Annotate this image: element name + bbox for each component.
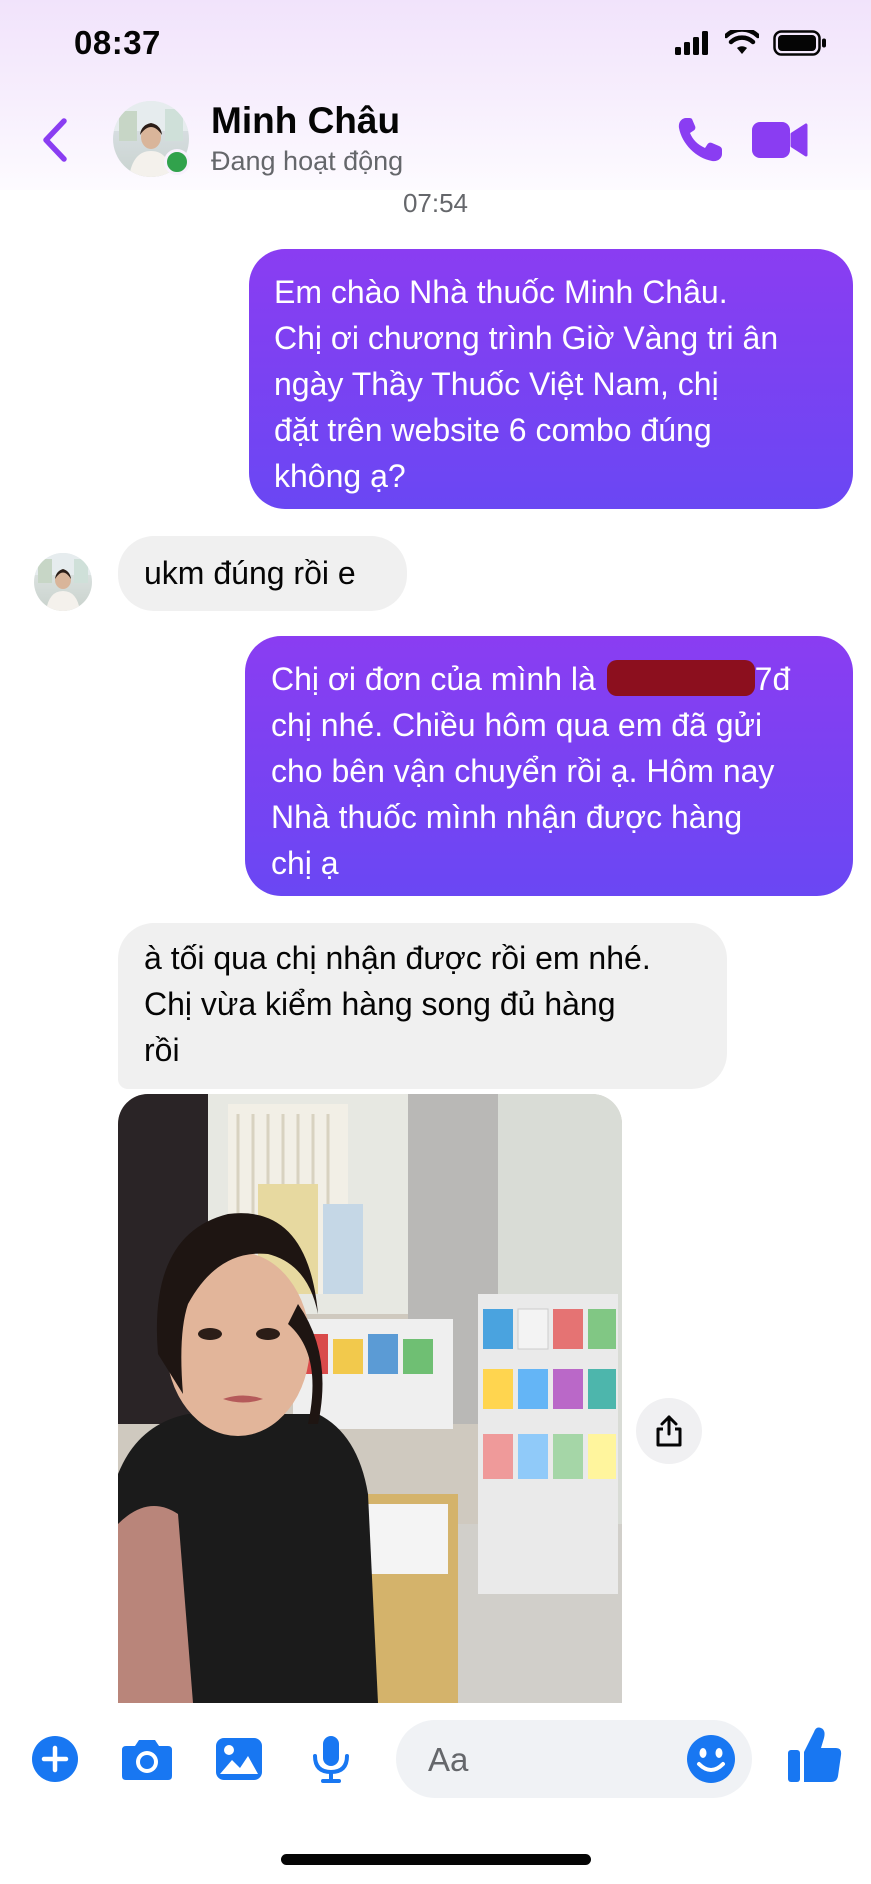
contact-avatar[interactable] — [113, 101, 190, 177]
camera-icon — [122, 1740, 172, 1780]
like-button[interactable] — [786, 1724, 844, 1786]
thumbs-up-icon — [788, 1727, 842, 1782]
message-line: chị nhé. Chiều hôm qua em đã gửi — [271, 707, 763, 743]
phone-icon — [678, 118, 722, 162]
message-outgoing[interactable]: Em chào Nhà thuốc Minh Châu. Chị ơi chươ… — [249, 249, 853, 509]
video-camera-icon — [752, 122, 808, 158]
more-actions-button[interactable] — [28, 1732, 82, 1786]
contact-small-avatar[interactable] — [34, 553, 92, 611]
share-button[interactable] — [636, 1398, 702, 1464]
microphone-icon — [313, 1736, 349, 1783]
message-line: Chị ơi đơn của mình là 7đ — [271, 656, 827, 702]
message-line: Chị vừa kiểm hàng song đủ hàng — [144, 986, 616, 1022]
gallery-icon — [216, 1738, 262, 1780]
home-indicator — [281, 1854, 591, 1865]
message-incoming[interactable]: à tối qua chị nhận được rồi em nhé. Chị … — [118, 923, 727, 1089]
voice-message-button[interactable] — [304, 1732, 358, 1786]
gallery-button[interactable] — [212, 1732, 266, 1786]
online-indicator — [164, 149, 190, 175]
video-call-button[interactable] — [750, 114, 810, 166]
battery-icon — [773, 30, 826, 56]
message-line: à tối qua chị nhận được rồi em nhé. — [144, 940, 651, 976]
message-line: đặt trên website 6 combo đúng — [274, 412, 712, 448]
contact-name[interactable]: Minh Châu — [211, 100, 400, 142]
photo-attachment[interactable] — [118, 1094, 622, 1703]
plus-circle-icon — [32, 1736, 78, 1782]
call-button[interactable] — [672, 112, 728, 168]
message-outgoing[interactable]: Chị ơi đơn của mình là 7đ chị nhé. Chiều… — [245, 636, 853, 896]
back-button[interactable] — [40, 112, 80, 168]
photo-image — [118, 1094, 622, 1703]
message-line: Nhà thuốc mình nhận được hàng — [271, 799, 743, 835]
redacted-amount — [606, 660, 755, 696]
message-text: Chị ơi đơn của mình là — [271, 661, 596, 697]
message-timestamp: 07:54 — [402, 188, 469, 218]
contact-status: Đang hoạt động — [211, 146, 404, 176]
status-time: 08:37 — [74, 24, 161, 61]
message-text: 7đ — [754, 661, 791, 697]
message-line: không ạ? — [274, 458, 406, 494]
status-icons — [675, 30, 827, 56]
message-input-box[interactable] — [396, 1720, 752, 1800]
message-line: ngày Thầy Thuốc Việt Nam, chị — [274, 366, 719, 402]
wifi-icon — [725, 30, 759, 54]
message-line: cho bên vận chuyển rồi ạ. Hôm nay — [271, 753, 775, 789]
message-line: ukm đúng rồi e — [144, 555, 356, 591]
message-line: Em chào Nhà thuốc Minh Châu. — [274, 274, 728, 310]
share-icon — [656, 1415, 682, 1447]
message-line: Chị ơi chương trình Giờ Vàng tri ân — [274, 320, 779, 356]
signal-icon — [675, 31, 708, 55]
message-line: rồi — [144, 1032, 180, 1068]
emoji-icon[interactable] — [684, 1732, 738, 1786]
message-input[interactable] — [426, 1720, 660, 1800]
message-line: chị ạ — [271, 845, 339, 881]
back-chevron-icon — [43, 118, 67, 162]
message-incoming[interactable]: ukm đúng rồi e — [118, 536, 407, 611]
camera-button[interactable] — [120, 1732, 174, 1786]
